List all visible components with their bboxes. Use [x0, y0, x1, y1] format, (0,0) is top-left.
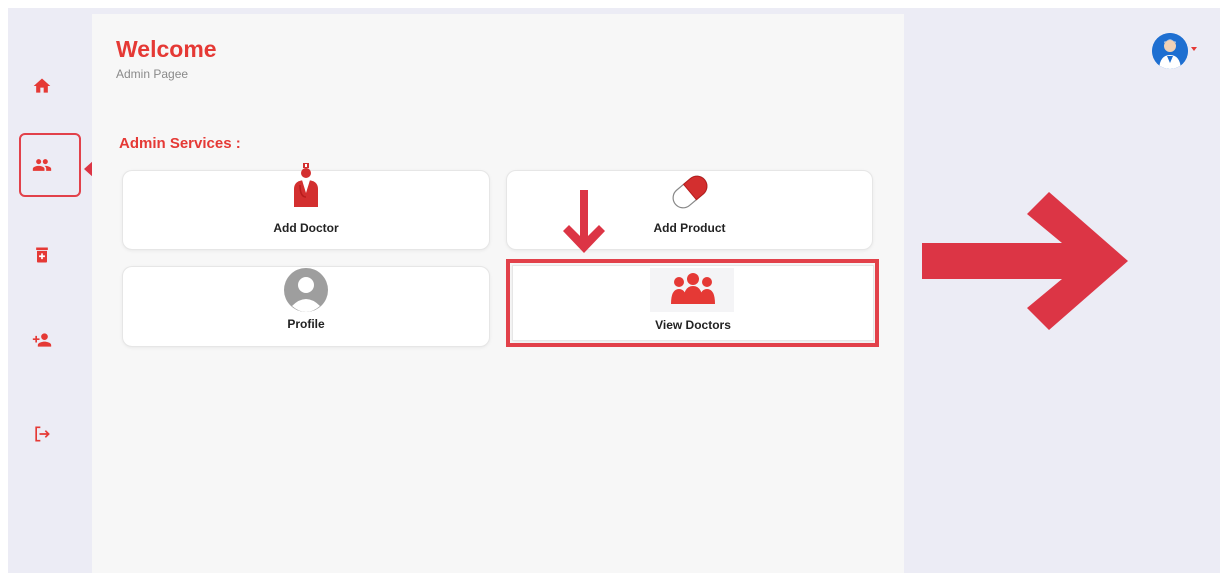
add-user-icon [32, 333, 52, 347]
view-doctors-highlight-box [506, 259, 879, 347]
doctor-avatar-icon [1152, 33, 1188, 69]
services-heading: Admin Services : [119, 135, 241, 152]
home-icon [33, 78, 51, 93]
sidebar-item-medicine[interactable] [22, 235, 62, 275]
sidebar-item-logout[interactable] [22, 414, 62, 454]
profile-label: Profile [287, 317, 325, 331]
pill-capsule-icon [672, 175, 707, 209]
doctor-icon [294, 163, 318, 207]
logout-icon [35, 426, 50, 442]
add-doctor-label: Add Doctor [273, 221, 339, 235]
caret-down-icon[interactable] [1191, 47, 1197, 51]
sidebar-item-users[interactable] [22, 145, 62, 185]
page-title: Welcome [116, 36, 217, 62]
sidebar-item-add-user[interactable] [22, 320, 62, 360]
profile-card[interactable]: Profile [122, 266, 490, 347]
annotation-arrow-right [922, 192, 1128, 330]
users-icon [32, 159, 52, 171]
profile-avatar-icon [284, 268, 328, 312]
add-doctor-card[interactable]: Add Doctor [122, 163, 490, 250]
page-subtitle: Admin Pagee [116, 67, 189, 81]
annotation-arrow-down [563, 190, 605, 253]
user-avatar[interactable] [1152, 33, 1188, 69]
medicine-box-icon [36, 247, 48, 263]
sidebar-item-home[interactable] [22, 66, 62, 106]
